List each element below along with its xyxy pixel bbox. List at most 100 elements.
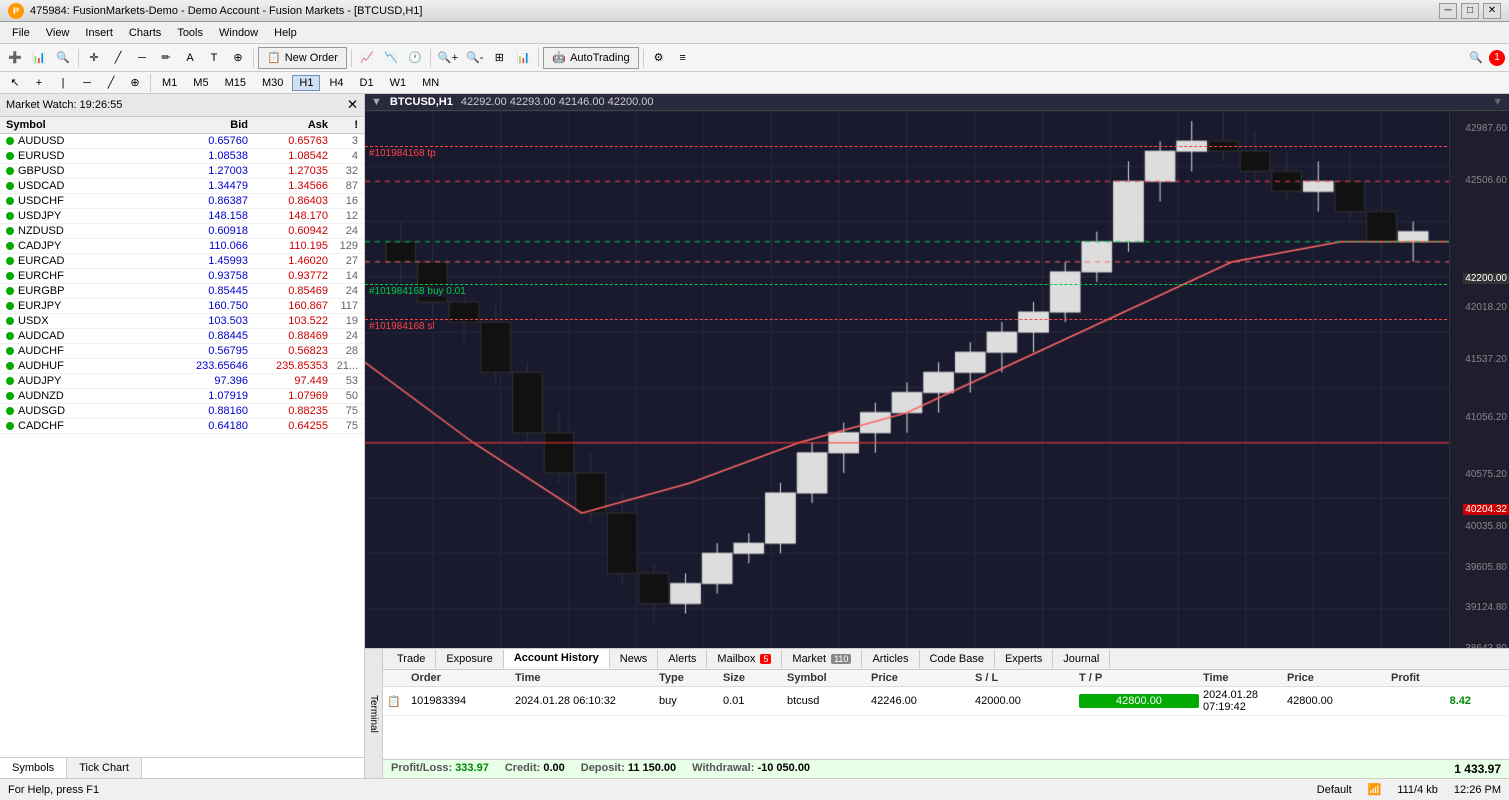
maximize-button[interactable]: □: [1461, 3, 1479, 19]
menu-charts[interactable]: Charts: [121, 25, 169, 41]
mw-row-cadchf[interactable]: CADCHF 0.64180 0.64255 75: [0, 419, 364, 434]
new-chart-button[interactable]: ➕: [4, 47, 26, 69]
spread-value: 75: [328, 420, 358, 432]
mw-row-eurchf[interactable]: EURCHF 0.93758 0.93772 14: [0, 269, 364, 284]
buy-button[interactable]: 📈: [356, 47, 378, 69]
menu-tools[interactable]: Tools: [169, 25, 211, 41]
mw-row-usdchf[interactable]: USDCHF 0.86387 0.86403 16: [0, 194, 364, 209]
sell-button[interactable]: 📉: [380, 47, 402, 69]
close-button[interactable]: ✕: [1483, 3, 1501, 19]
search-button[interactable]: 🔍: [1465, 47, 1487, 69]
tab-mailbox[interactable]: Mailbox 5: [707, 650, 782, 668]
tf-h4[interactable]: H4: [322, 75, 350, 91]
mw-row-eurgbp[interactable]: EURGBP 0.85445 0.85469 24: [0, 284, 364, 299]
grid-button[interactable]: ⊞: [488, 47, 510, 69]
tf-m1[interactable]: M1: [155, 75, 184, 91]
symbol-name: AUDNZD: [18, 390, 64, 402]
symbol-cell: AUDNZD: [6, 390, 168, 402]
indicators-button[interactable]: 📊: [512, 47, 534, 69]
mw-row-cadjpy[interactable]: CADJPY 110.066 110.195 129: [0, 239, 364, 254]
col-h-price: Price: [871, 672, 971, 684]
menu-window[interactable]: Window: [211, 25, 266, 41]
multi-tool[interactable]: ⊕: [124, 72, 146, 94]
spread-value: 87: [328, 180, 358, 192]
mw-row-eurusd[interactable]: EURUSD 1.08538 1.08542 4: [0, 149, 364, 164]
chart-menu-button[interactable]: ≡: [672, 47, 694, 69]
hline2-tool[interactable]: ─: [76, 72, 98, 94]
diagonal-tool[interactable]: ╱: [100, 72, 122, 94]
symbol-name: EURCAD: [18, 255, 64, 267]
market-watch-close[interactable]: ✕: [347, 97, 358, 113]
spread-value: 129: [328, 240, 358, 252]
chart-type-button[interactable]: 📊: [28, 47, 50, 69]
autotrading-button[interactable]: 🤖 AutoTrading: [543, 47, 638, 69]
mw-row-audsgd[interactable]: AUDSGD 0.88160 0.88235 75: [0, 404, 364, 419]
menu-insert[interactable]: Insert: [77, 25, 121, 41]
tab-news[interactable]: News: [610, 650, 659, 668]
symbol-cell: AUDHUF: [6, 360, 168, 372]
ask-value: 1.34566: [248, 180, 328, 192]
draw-button[interactable]: ⊕: [227, 47, 249, 69]
mw-row-audhuf[interactable]: AUDHUF 233.65646 235.85353 21...: [0, 359, 364, 374]
mw-row-audjpy[interactable]: AUDJPY 97.396 97.449 53: [0, 374, 364, 389]
tab-articles[interactable]: Articles: [862, 650, 919, 668]
menu-help[interactable]: Help: [266, 25, 305, 41]
mw-row-nzdusd[interactable]: NZDUSD 0.60918 0.60942 24: [0, 224, 364, 239]
text2-button[interactable]: T: [203, 47, 225, 69]
tab-experts[interactable]: Experts: [995, 650, 1053, 668]
terminal-toggle[interactable]: Terminal: [365, 649, 383, 778]
tab-trade[interactable]: Trade: [387, 650, 436, 668]
mw-row-eurcad[interactable]: EURCAD 1.45993 1.46020 27: [0, 254, 364, 269]
zoom-in-button[interactable]: 🔍: [52, 47, 74, 69]
tf-mn[interactable]: MN: [415, 75, 446, 91]
mw-row-usdcad[interactable]: USDCAD 1.34479 1.34566 87: [0, 179, 364, 194]
mw-row-audchf[interactable]: AUDCHF 0.56795 0.56823 28: [0, 344, 364, 359]
zoom-out-button[interactable]: 🔍-: [463, 47, 486, 69]
col-h-close-price: Price: [1287, 672, 1387, 684]
tab-alerts[interactable]: Alerts: [658, 650, 707, 668]
tf-w1[interactable]: W1: [383, 75, 414, 91]
tf-d1[interactable]: D1: [353, 75, 381, 91]
cursor-tool[interactable]: ↖: [4, 72, 26, 94]
zoom-in2-button[interactable]: 🔍+: [435, 47, 461, 69]
symbol-name: EURGBP: [18, 285, 64, 297]
bid-value: 0.60918: [168, 225, 248, 237]
symbol-dot: [6, 317, 14, 325]
tf-h1[interactable]: H1: [292, 75, 320, 91]
mw-row-usdx[interactable]: USDX 103.503 103.522 19: [0, 314, 364, 329]
menu-file[interactable]: File: [4, 25, 38, 41]
mw-row-usdjpy[interactable]: USDJPY 148.158 148.170 12: [0, 209, 364, 224]
mw-row-audcad[interactable]: AUDCAD 0.88445 0.88469 24: [0, 329, 364, 344]
ask-value: 0.60942: [248, 225, 328, 237]
tab-market[interactable]: Market 110: [782, 650, 862, 668]
tab-journal[interactable]: Journal: [1053, 650, 1110, 668]
mw-row-gbpusd[interactable]: GBPUSD 1.27003 1.27035 32: [0, 164, 364, 179]
tab-exposure[interactable]: Exposure: [436, 650, 503, 668]
price-41537: 41537.20: [1465, 354, 1507, 365]
candlestick-chart[interactable]: [365, 111, 1509, 648]
tf-m15[interactable]: M15: [218, 75, 253, 91]
crosshair-button[interactable]: ✛: [83, 47, 105, 69]
mw-row-audnzd[interactable]: AUDNZD 1.07919 1.07969 50: [0, 389, 364, 404]
plus-tool[interactable]: +: [28, 72, 50, 94]
pencil-button[interactable]: ✏: [155, 47, 177, 69]
vline-tool[interactable]: |: [52, 72, 74, 94]
hline-button[interactable]: ─: [131, 47, 153, 69]
tf-m5[interactable]: M5: [186, 75, 215, 91]
settings-button[interactable]: ⚙: [648, 47, 670, 69]
tab-tick-chart[interactable]: Tick Chart: [67, 758, 142, 778]
tab-symbols[interactable]: Symbols: [0, 758, 67, 778]
history-button[interactable]: 🕐: [404, 47, 426, 69]
text-button[interactable]: A: [179, 47, 201, 69]
ask-value: 160.867: [248, 300, 328, 312]
tab-codebase[interactable]: Code Base: [920, 650, 995, 668]
mw-row-audusd[interactable]: AUDUSD 0.65760 0.65763 3: [0, 134, 364, 149]
tf-m30[interactable]: M30: [255, 75, 290, 91]
menu-view[interactable]: View: [38, 25, 78, 41]
status-help-text: For Help, press F1: [8, 784, 99, 796]
new-order-button[interactable]: 📋 New Order: [258, 47, 347, 69]
line-button[interactable]: ╱: [107, 47, 129, 69]
tab-account-history[interactable]: Account History: [504, 649, 610, 669]
minimize-button[interactable]: ─: [1439, 3, 1457, 19]
mw-row-eurjpy[interactable]: EURJPY 160.750 160.867 117: [0, 299, 364, 314]
